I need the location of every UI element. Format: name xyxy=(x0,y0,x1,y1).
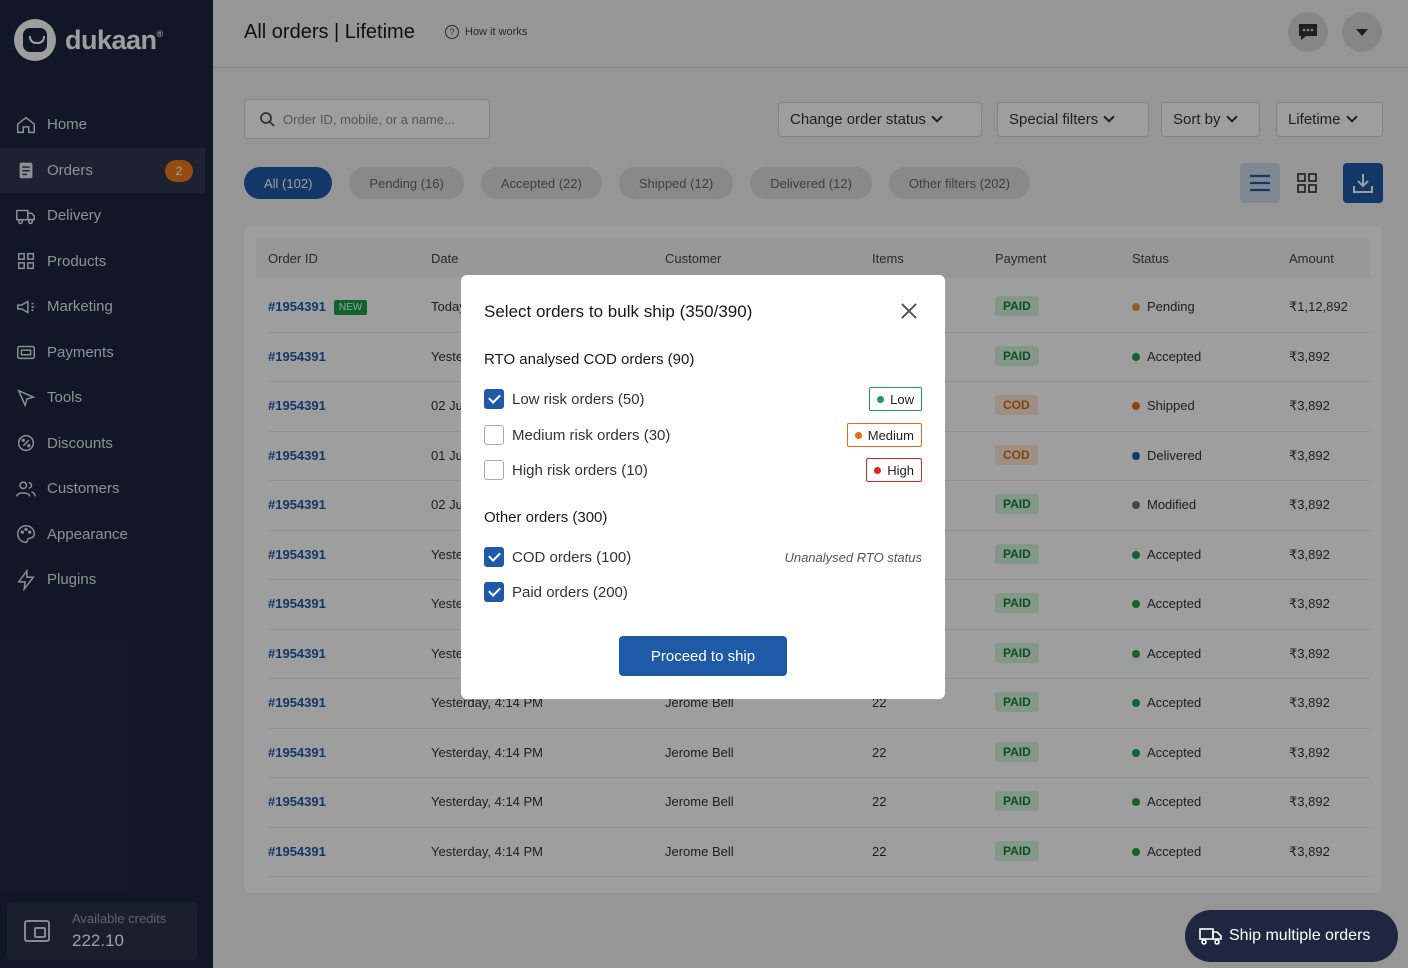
medium-risk-tag: Medium xyxy=(846,423,922,447)
unanalysed-note: Unanalysed RTO status xyxy=(784,549,922,565)
low-risk-tag: Low xyxy=(869,387,922,411)
high-risk-checkbox[interactable] xyxy=(484,460,504,480)
other-orders-section-title: Other orders (300) xyxy=(484,509,608,526)
medium-risk-option[interactable]: Medium risk orders (30) Medium xyxy=(484,423,922,447)
paid-orders-option[interactable]: Paid orders (200) xyxy=(484,581,922,603)
modal-title: Select orders to bulk ship (350/390) xyxy=(484,302,753,321)
risk-tag-label: Medium xyxy=(867,427,914,443)
option-label: COD orders (100) xyxy=(512,548,632,566)
risk-dot xyxy=(854,431,862,439)
proceed-to-ship-button[interactable]: Proceed to ship xyxy=(619,636,787,676)
close-icon[interactable] xyxy=(899,301,919,321)
risk-dot xyxy=(874,466,882,474)
option-label: High risk orders (10) xyxy=(512,461,648,479)
rto-section-title: RTO analysed COD orders (90) xyxy=(484,351,695,368)
risk-tag-label: High xyxy=(887,462,914,478)
option-label: Paid orders (200) xyxy=(512,583,628,601)
cod-orders-checkbox[interactable] xyxy=(484,547,504,567)
ship-multiple-label: Ship multiple orders xyxy=(1229,927,1371,944)
option-label: Medium risk orders (30) xyxy=(512,426,671,444)
risk-dot xyxy=(877,395,885,403)
low-risk-checkbox[interactable] xyxy=(484,389,504,409)
medium-risk-checkbox[interactable] xyxy=(484,425,504,445)
high-risk-tag: High xyxy=(866,458,922,482)
risk-tag-label: Low xyxy=(890,391,914,407)
truck-icon xyxy=(1199,928,1222,945)
cod-orders-option[interactable]: COD orders (100) Unanalysed RTO status xyxy=(484,546,922,568)
ship-multiple-orders-button[interactable]: Ship multiple orders xyxy=(1185,910,1398,962)
low-risk-option[interactable]: Low risk orders (50) Low xyxy=(484,387,922,411)
option-label: Low risk orders (50) xyxy=(512,390,645,408)
paid-orders-checkbox[interactable] xyxy=(484,582,504,602)
bulk-ship-modal: Select orders to bulk ship (350/390) RTO… xyxy=(461,275,945,699)
high-risk-option[interactable]: High risk orders (10) High xyxy=(484,458,922,482)
